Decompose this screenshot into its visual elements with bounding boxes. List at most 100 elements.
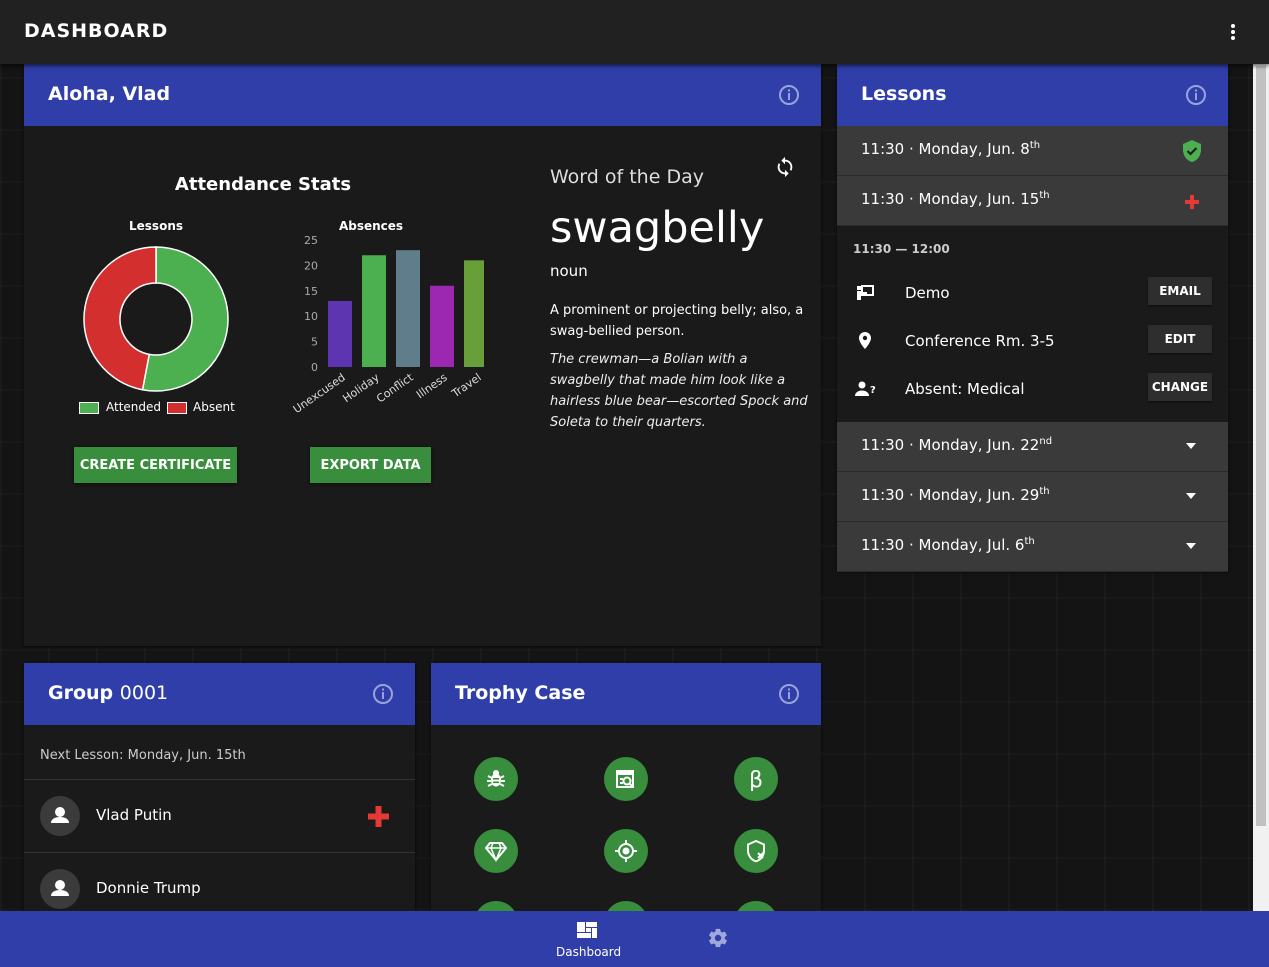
bar-travel [464, 260, 484, 367]
lesson-time-text: 11:30 · Monday, Jun. 8 [861, 140, 1030, 158]
create-certificate-button[interactable]: CREATE CERTIFICATE [74, 447, 237, 483]
x-tick-label: Unexcused [291, 371, 348, 416]
welcome-card-header: Aloha, Vlad [24, 64, 821, 126]
group-number: 0001 [119, 682, 169, 704]
avatar [40, 796, 80, 836]
bottom-navigation: Dashboard [0, 911, 1269, 967]
refresh-icon[interactable] [774, 156, 796, 178]
member-name: Vlad Putin [96, 806, 172, 824]
gear-icon [707, 927, 729, 953]
info-icon[interactable] [778, 84, 799, 105]
trophy-card-header: Trophy Case [431, 663, 821, 725]
lesson-detail-row: Demo EMAIL [837, 271, 1228, 315]
lesson-row[interactable]: 11:30 · Monday, Jun. 29th [837, 472, 1228, 522]
red-cross-icon [1185, 194, 1199, 213]
info-icon[interactable] [778, 683, 799, 704]
info-icon[interactable] [1185, 84, 1206, 105]
trophy-title: Trophy Case [455, 682, 586, 704]
lessons-card: Lessons 11:30 · Monday, Jun. 8th 11:30 ·… [837, 64, 1228, 572]
trophy-icon-partial[interactable] [734, 901, 778, 911]
person-question-icon: ? [855, 379, 876, 399]
lesson-row[interactable]: 11:30 · Monday, Jun. 15th [837, 176, 1228, 226]
search-report-icon[interactable] [604, 757, 648, 801]
nav-settings[interactable] [696, 911, 740, 967]
bar-chart-title: Absences [338, 219, 404, 233]
lesson-date-suffix: th [1039, 486, 1050, 497]
email-button[interactable]: EMAIL [1148, 277, 1212, 305]
trophy-icon-partial[interactable] [474, 901, 518, 911]
welcome-title: Aloha, Vlad [48, 83, 171, 105]
shield-off-icon[interactable] [734, 829, 778, 873]
lesson-detail-text: Demo [905, 284, 950, 302]
trophy-icon-partial[interactable] [604, 901, 648, 911]
export-data-button[interactable]: EXPORT DATA [310, 447, 431, 483]
lessons-card-header: Lessons [837, 64, 1228, 126]
lesson-detail-row: ? Absent: Medical CHANGE [837, 367, 1228, 411]
lesson-date-suffix: th [1029, 140, 1041, 151]
lesson-date-suffix: nd [1039, 436, 1053, 447]
legend-swatch-absent [167, 402, 187, 414]
avatar [40, 869, 80, 909]
scrollbar[interactable] [1253, 64, 1269, 911]
absences-bar-chart: 0 5 10 15 20 25 UnexcusedHolidayConflictIllnes… [291, 234, 484, 416]
member-row[interactable]: Vlad Putin [24, 779, 415, 852]
diamond-icon[interactable] [474, 829, 518, 873]
attendance-title: Attendance Stats [174, 174, 352, 195]
presenter-icon [855, 283, 875, 303]
bug-icon[interactable] [474, 757, 518, 801]
group-card-header: Group 0001 [24, 663, 415, 725]
nav-dashboard[interactable]: Dashboard [546, 911, 626, 967]
chevron-down-icon [1186, 443, 1196, 449]
nav-dashboard-label: Dashboard [556, 945, 622, 959]
lesson-row[interactable]: 11:30 · Monday, Jul. 6th [837, 522, 1228, 572]
y-tick-label: 5 [311, 336, 318, 349]
member-row[interactable]: Donnie Trump [24, 852, 415, 911]
info-icon[interactable] [372, 683, 393, 704]
y-tick-label: 0 [311, 361, 318, 374]
lesson-time: 11:30 · Monday, Jun. 8th [861, 140, 1040, 158]
group-title: Group 0001 [48, 682, 168, 704]
bar-conflict [396, 250, 420, 367]
group-card: Group 0001 Next Lesson: Monday, Jun. 15t… [24, 663, 415, 911]
x-tick-label: Illness [414, 371, 450, 402]
change-button[interactable]: CHANGE [1148, 373, 1212, 401]
lesson-date-suffix: th [1024, 536, 1035, 547]
lesson-row[interactable]: 11:30 · Monday, Jun. 8th [837, 126, 1228, 176]
scrollbar-thumb[interactable] [1256, 66, 1266, 826]
x-tick-label: Holiday [340, 371, 382, 406]
beta-icon[interactable]: β [734, 757, 778, 801]
wotd-part-of-speech: noun [550, 262, 588, 280]
edit-button[interactable]: EDIT [1148, 325, 1212, 353]
lesson-detail-text: Absent: Medical [905, 380, 1025, 398]
bar-holiday [362, 255, 386, 367]
y-tick-label: 10 [304, 310, 318, 323]
lessons-donut-chart [83, 246, 229, 392]
lesson-time-text: 11:30 · Monday, Jul. 6 [861, 536, 1025, 554]
target-icon[interactable] [604, 829, 648, 873]
red-cross-icon [368, 806, 389, 831]
wotd-definition: A prominent or projecting belly; also, a… [550, 303, 804, 339]
pie-chart-title: Lessons [129, 219, 183, 233]
group-title-label: Group [48, 682, 114, 704]
y-tick-label: 20 [304, 259, 318, 272]
lesson-time-text: 11:30 · Monday, Jun. 22 [861, 436, 1040, 454]
wotd-example: The crewman—a Bolian with a swagbelly th… [550, 352, 808, 430]
lesson-time-text: 11:30 · Monday, Jun. 29 [861, 486, 1040, 504]
lesson-time-range: 11:30 — 12:00 [853, 242, 950, 256]
lesson-detail-row: Conference Rm. 3-5 EDIT [837, 319, 1228, 363]
page-title: DASHBOARD [24, 20, 169, 42]
lesson-detail-text: Conference Rm. 3-5 [905, 332, 1055, 350]
location-pin-icon [855, 331, 875, 351]
x-tick-label: Travel [449, 371, 484, 401]
svg-text:β: β [749, 768, 763, 791]
lesson-row[interactable]: 11:30 · Monday, Jun. 22nd [837, 422, 1228, 472]
next-lesson-text: Next Lesson: Monday, Jun. 15th [40, 748, 246, 763]
legend-label-attended: Attended [106, 400, 162, 414]
lesson-date-suffix: th [1039, 190, 1050, 201]
app-bar: DASHBOARD [0, 0, 1269, 64]
lesson-time: 11:30 · Monday, Jun. 29th [861, 486, 1050, 504]
welcome-card: Aloha, Vlad Attendance Stats Lessons Att… [24, 64, 821, 646]
svg-text:?: ? [870, 385, 876, 396]
more-vert-icon[interactable] [1223, 22, 1243, 42]
legend-label-absent: Absent [193, 400, 235, 414]
